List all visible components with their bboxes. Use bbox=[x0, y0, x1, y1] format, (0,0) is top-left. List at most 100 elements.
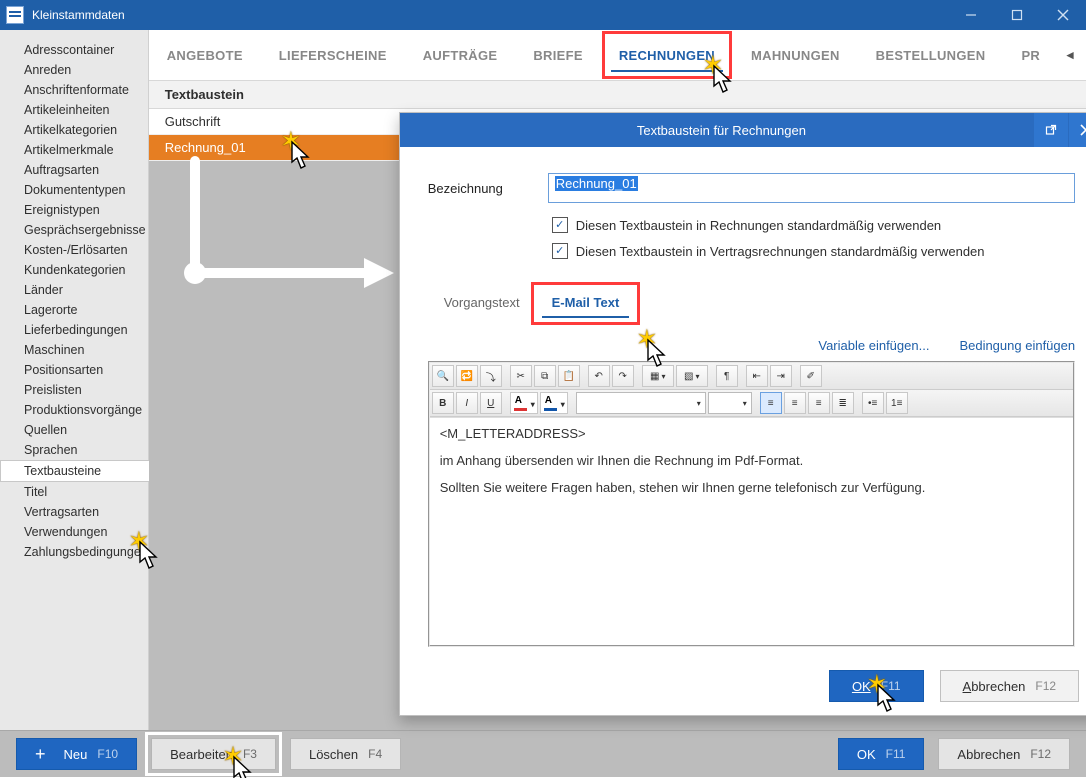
chk-standard-rechnungen[interactable]: Diesen Textbaustein in Rechnungen standa… bbox=[552, 217, 1075, 233]
sidebar-item[interactable]: Sprachen bbox=[0, 440, 148, 460]
toolbar-next-icon[interactable]: ⤵ bbox=[480, 365, 502, 387]
editor-line: Sollten Sie weitere Fragen haben, stehen… bbox=[440, 480, 1063, 495]
sidebar-item[interactable]: Anschriftenformate bbox=[0, 80, 148, 100]
toolbar-align-left-icon[interactable]: ≡ bbox=[760, 392, 782, 414]
sidebar-item[interactable]: Ereignistypen bbox=[0, 200, 148, 220]
toolbar-redo-icon[interactable]: ↷ bbox=[612, 365, 634, 387]
sidebar-item[interactable]: Adresscontainer bbox=[0, 40, 148, 60]
toolbar-font-select[interactable] bbox=[576, 392, 706, 414]
sidebar-item[interactable]: Artikelmerkmale bbox=[0, 140, 148, 160]
toolbar-border-icon[interactable]: ▧ bbox=[676, 365, 708, 387]
close-button[interactable] bbox=[1040, 0, 1086, 30]
toolbar-bold-icon[interactable]: B bbox=[432, 392, 454, 414]
window-title: Kleinstammdaten bbox=[32, 8, 948, 22]
editor-textarea[interactable]: <M_LETTERADDRESS> im Anhang übersenden w… bbox=[430, 417, 1073, 645]
tab-scroll-right[interactable]: ▸ bbox=[1082, 30, 1086, 80]
toolbar-highlight-icon[interactable]: ▾ bbox=[540, 392, 568, 414]
tutorial-arrow bbox=[179, 153, 399, 313]
sidebar-item[interactable]: Zahlungsbedingungen bbox=[0, 542, 148, 562]
neu-button[interactable]: NeuF10 bbox=[16, 738, 137, 770]
sidebar-item[interactable]: Lieferbedingungen bbox=[0, 320, 148, 340]
link-variable-einfuegen[interactable]: Variable einfügen... bbox=[818, 338, 929, 353]
sidebar-item[interactable]: Länder bbox=[0, 280, 148, 300]
toolbar-copy-icon[interactable]: ⧉ bbox=[534, 365, 556, 387]
link-bedingung-einfuegen[interactable]: Bedingung einfügen bbox=[959, 338, 1075, 353]
toolbar-paste-icon[interactable]: 📋 bbox=[558, 365, 580, 387]
toolbar-replace-icon[interactable]: 🔁 bbox=[456, 365, 478, 387]
toolbar-indent-icon[interactable]: ⇥ bbox=[770, 365, 792, 387]
toolbar-size-select[interactable] bbox=[708, 392, 752, 414]
editor-line: <M_LETTERADDRESS> bbox=[440, 426, 1063, 441]
tab[interactable]: AUFTRÄGE bbox=[405, 30, 516, 80]
sidebar-item[interactable]: Auftragsarten bbox=[0, 160, 148, 180]
main-cancel-button[interactable]: AbbrechenF12 bbox=[938, 738, 1070, 770]
main-ok-button[interactable]: OKF11 bbox=[838, 738, 925, 770]
tab[interactable]: BESTELLUNGEN bbox=[858, 30, 1004, 80]
tab[interactable]: MAHNUNGEN bbox=[733, 30, 858, 80]
tab[interactable]: ANGEBOTE bbox=[149, 30, 261, 80]
bezeichnung-field[interactable]: Rechnung_01 bbox=[548, 173, 1075, 203]
toolbar-align-center-icon[interactable]: ≡ bbox=[784, 392, 806, 414]
chk-label: Diesen Textbaustein in Vertragsrechnunge… bbox=[576, 244, 985, 259]
maximize-button[interactable] bbox=[994, 0, 1040, 30]
sidebar-item[interactable]: Gesprächsergebnisse bbox=[0, 220, 148, 240]
sidebar-item[interactable]: Quellen bbox=[0, 420, 148, 440]
richtext-editor: 🔍 🔁 ⤵ ✂ ⧉ 📋 ↶ ↷ ▦ ▧ ¶ bbox=[428, 361, 1075, 647]
toolbar-cut-icon[interactable]: ✂ bbox=[510, 365, 532, 387]
minimize-button[interactable] bbox=[948, 0, 994, 30]
tab[interactable]: LIEFERSCHEINE bbox=[261, 30, 405, 80]
toolbar-bullet-list-icon[interactable]: •≡ bbox=[862, 392, 884, 414]
sidebar-item[interactable]: Vertragsarten bbox=[0, 502, 148, 522]
editor-toolbar-2: B I U ▾ ▾ ≡ ≡ ≡ ≣ bbox=[430, 390, 1073, 417]
toolbar-align-right-icon[interactable]: ≡ bbox=[808, 392, 830, 414]
dialog-popout-button[interactable] bbox=[1034, 113, 1068, 147]
sidebar-item[interactable]: Titel bbox=[0, 482, 148, 502]
textblock-dialog: Textbaustein für Rechnungen Bezeichnung … bbox=[399, 112, 1086, 716]
tab-scroll-left[interactable]: ◂ bbox=[1058, 30, 1082, 80]
loeschen-button[interactable]: LöschenF4 bbox=[290, 738, 401, 770]
sidebar-item[interactable]: Lagerorte bbox=[0, 300, 148, 320]
chk-label: Diesen Textbaustein in Rechnungen standa… bbox=[576, 218, 941, 233]
tab[interactable]: PR bbox=[1003, 30, 1058, 80]
tab[interactable]: RECHNUNGEN bbox=[601, 30, 733, 80]
bearbeiten-button[interactable]: BearbeitenF3 bbox=[151, 738, 276, 770]
inner-tab[interactable]: E-Mail Text bbox=[536, 287, 636, 320]
tab[interactable]: BRIEFE bbox=[515, 30, 600, 80]
editor-toolbar-1: 🔍 🔁 ⤵ ✂ ⧉ 📋 ↶ ↷ ▦ ▧ ¶ bbox=[430, 363, 1073, 390]
inner-tab[interactable]: Vorgangstext bbox=[428, 287, 536, 320]
toolbar-outdent-icon[interactable]: ⇤ bbox=[746, 365, 768, 387]
dialog-titlebar: Textbaustein für Rechnungen bbox=[400, 113, 1086, 147]
dialog-ok-button[interactable]: OK F11 bbox=[829, 670, 924, 702]
chk-standard-vertrag[interactable]: Diesen Textbaustein in Vertragsrechnunge… bbox=[552, 243, 1075, 259]
toolbar-number-list-icon[interactable]: 1≡ bbox=[886, 392, 908, 414]
toolbar-italic-icon[interactable]: I bbox=[456, 392, 478, 414]
dialog-cancel-button[interactable]: Abbrechen F12 bbox=[940, 670, 1080, 702]
sidebar-item[interactable]: Produktionsvorgänge bbox=[0, 400, 148, 420]
sidebar-item[interactable]: Positionsarten bbox=[0, 360, 148, 380]
sidebar-item[interactable]: Artikelkategorien bbox=[0, 120, 148, 140]
list-header: Textbaustein bbox=[149, 81, 1086, 109]
label-bezeichnung: Bezeichnung bbox=[428, 181, 548, 196]
toolbar-table-icon[interactable]: ▦ bbox=[642, 365, 674, 387]
sidebar-item[interactable]: Anreden bbox=[0, 60, 148, 80]
content-area: ANGEBOTELIEFERSCHEINEAUFTRÄGEBRIEFERECHN… bbox=[149, 30, 1086, 730]
toolbar-pilcrow-icon[interactable]: ¶ bbox=[716, 365, 738, 387]
sidebar-item[interactable]: Kosten-/Erlösarten bbox=[0, 240, 148, 260]
dialog-title: Textbaustein für Rechnungen bbox=[410, 123, 1033, 138]
toolbar-underline-icon[interactable]: U bbox=[480, 392, 502, 414]
bottom-bar: NeuF10 BearbeitenF3 LöschenF4 OKF11 Abbr… bbox=[0, 730, 1086, 777]
sidebar-item[interactable]: Kundenkategorien bbox=[0, 260, 148, 280]
sidebar-item[interactable]: Dokumententypen bbox=[0, 180, 148, 200]
sidebar-item[interactable]: Verwendungen bbox=[0, 522, 148, 542]
editor-line: im Anhang übersenden wir Ihnen die Rechn… bbox=[440, 453, 1063, 468]
sidebar-item[interactable]: Artikeleinheiten bbox=[0, 100, 148, 120]
sidebar-item[interactable]: Textbausteine bbox=[0, 460, 149, 482]
toolbar-align-justify-icon[interactable]: ≣ bbox=[832, 392, 854, 414]
toolbar-find-icon[interactable]: 🔍 bbox=[432, 365, 454, 387]
dialog-close-button[interactable] bbox=[1069, 113, 1086, 147]
toolbar-undo-icon[interactable]: ↶ bbox=[588, 365, 610, 387]
toolbar-clearformat-icon[interactable]: ✐ bbox=[800, 365, 822, 387]
sidebar-item[interactable]: Maschinen bbox=[0, 340, 148, 360]
toolbar-fontcolor-icon[interactable]: ▾ bbox=[510, 392, 538, 414]
sidebar-item[interactable]: Preislisten bbox=[0, 380, 148, 400]
